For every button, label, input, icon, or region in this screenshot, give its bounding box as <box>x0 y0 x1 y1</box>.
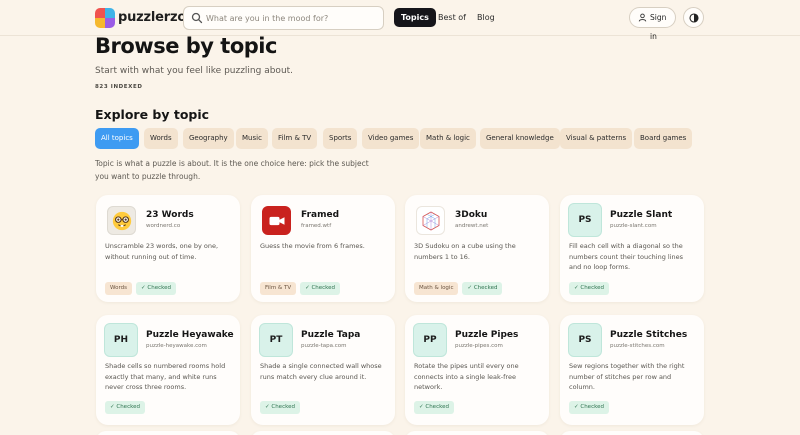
chip-sports[interactable]: Sports <box>323 128 358 149</box>
nav-topics[interactable]: Topics <box>394 8 436 27</box>
puzzle-pipes-icon: PP <box>413 323 447 357</box>
chip-board-games[interactable]: Board games <box>634 128 693 149</box>
card-title: 3Doku <box>455 210 488 220</box>
card-tags: ✓ Checked <box>569 401 613 414</box>
user-icon <box>638 13 647 22</box>
puzzle-card[interactable]: PH Puzzle Heyawake puzzle-heyawake.com S… <box>96 315 240 425</box>
puzzle-card[interactable]: 3Doku andrewt.net 3D Sudoku on a cube us… <box>405 195 549 302</box>
checked-badge: ✓ Checked <box>414 401 454 414</box>
card-tags: Film & TV ✓ Checked <box>260 282 344 295</box>
card-url: andrewt.net <box>455 223 489 229</box>
card-description: Sew regions together with the right numb… <box>569 362 685 391</box>
card-url: wordnerd.co <box>146 223 181 229</box>
page-title: Browse by topic <box>95 34 277 58</box>
theme-toggle-button[interactable] <box>683 7 704 28</box>
puzzle-card[interactable]: 23 Words wordnerd.co Unscramble 23 words… <box>96 195 240 302</box>
checked-badge: ✓ Checked <box>136 282 176 295</box>
video-camera-icon <box>262 206 291 235</box>
puzzle-stitches-icon: PS <box>568 323 602 357</box>
card-tags: Words ✓ Checked <box>105 282 180 295</box>
topic-description: Topic is what a puzzle is about. It is t… <box>95 159 369 181</box>
card-url: framed.wtf <box>301 223 332 229</box>
top-bar: puzzlerzone Topics Best of Blog Sign in <box>0 0 800 41</box>
cube-grid-icon <box>416 206 445 235</box>
search-box[interactable] <box>183 6 384 30</box>
puzzle-card[interactable]: PP Puzzle Pipes puzzle-pipes.com Rotate … <box>405 315 549 425</box>
search-icon <box>191 12 203 24</box>
chip-music[interactable]: Music <box>236 128 268 149</box>
puzzle-card[interactable]: PS Puzzle Slant puzzle-slant.com Fill ea… <box>560 195 704 302</box>
puzzle-card[interactable] <box>405 431 549 435</box>
card-description: Rotate the pipes until every one connect… <box>414 362 519 391</box>
topic-tag: Math & logic <box>414 282 459 295</box>
card-title: Puzzle Stitches <box>610 330 688 340</box>
chip-film-tv[interactable]: Film & TV <box>272 128 318 149</box>
puzzle-card[interactable] <box>560 431 704 435</box>
section-title: Explore by topic <box>95 107 210 122</box>
card-description: 3D Sudoku on a cube using the numbers 1 … <box>414 242 516 261</box>
card-description: Fill each cell with a diagonal so the nu… <box>569 242 684 271</box>
nerd-face-icon <box>107 206 136 235</box>
chip-video-games[interactable]: Video games <box>362 128 420 149</box>
chip-math-logic[interactable]: Math & logic <box>420 128 476 149</box>
chip-visual-patterns[interactable]: Visual & patterns <box>560 128 633 149</box>
checked-badge: ✓ Checked <box>462 282 503 295</box>
checked-badge: ✓ Checked <box>569 282 609 295</box>
card-tags: ✓ Checked <box>414 401 458 414</box>
card-title: Puzzle Pipes <box>455 330 519 340</box>
card-tags: ✓ Checked <box>105 401 149 414</box>
card-url: puzzle-stitches.com <box>610 343 665 349</box>
card-title: 23 Words <box>146 210 194 220</box>
contrast-icon <box>689 13 699 23</box>
topic-tag: Words <box>105 282 133 295</box>
card-url: puzzle-tapa.com <box>301 343 347 349</box>
card-tags: Math & logic ✓ Checked <box>414 282 506 295</box>
checked-badge: ✓ Checked <box>300 282 341 295</box>
chip-all-topics[interactable]: All topics <box>95 128 139 149</box>
puzzle-heyawake-icon: PH <box>104 323 138 357</box>
puzzle-slant-icon: PS <box>568 203 602 237</box>
sign-in-button[interactable]: Sign in <box>629 7 676 41</box>
puzzle-card[interactable] <box>251 431 395 435</box>
chip-words[interactable]: Words <box>144 128 178 149</box>
chip-geography[interactable]: Geography <box>183 128 234 149</box>
puzzle-tapa-icon: PT <box>259 323 293 357</box>
checked-badge: ✓ Checked <box>105 401 145 414</box>
checked-badge: ✓ Checked <box>260 401 300 414</box>
chip-general-knowledge[interactable]: General knowledge <box>480 128 560 149</box>
sign-in-label: Sign in <box>650 13 667 41</box>
nav-blog[interactable]: Blog <box>470 8 502 27</box>
search-input[interactable] <box>206 11 376 26</box>
card-title: Puzzle Slant <box>610 210 673 220</box>
puzzle-card[interactable]: PS Puzzle Stitches puzzle-stitches.com S… <box>560 315 704 425</box>
card-title: Puzzle Tapa <box>301 330 361 340</box>
card-description: Shade cells so numbered rooms hold exact… <box>105 362 226 391</box>
indexed-count: 823 INDEXED <box>95 84 143 90</box>
card-description: Shade a single connected wall whose runs… <box>260 362 382 381</box>
checked-badge: ✓ Checked <box>569 401 609 414</box>
card-url: puzzle-heyawake.com <box>146 343 207 349</box>
page-subtitle: Start with what you feel like puzzling a… <box>95 66 294 76</box>
card-url: puzzle-slant.com <box>610 223 657 229</box>
card-title: Framed <box>301 210 340 220</box>
card-url: puzzle-pipes.com <box>455 343 503 349</box>
puzzle-card[interactable] <box>96 431 240 435</box>
nav-best-of[interactable]: Best of <box>431 8 473 27</box>
puzzle-card[interactable]: PT Puzzle Tapa puzzle-tapa.com Shade a s… <box>251 315 395 425</box>
logo-icon[interactable] <box>95 8 115 28</box>
card-description: Guess the movie from 6 frames. <box>260 242 365 250</box>
card-description: Unscramble 23 words, one by one, without… <box>105 242 219 261</box>
card-title: Puzzle Heyawake <box>146 330 234 340</box>
topic-tag: Film & TV <box>260 282 297 295</box>
card-tags: ✓ Checked <box>569 282 613 295</box>
puzzle-card[interactable]: Framed framed.wtf Guess the movie from 6… <box>251 195 395 302</box>
card-tags: ✓ Checked <box>260 401 304 414</box>
